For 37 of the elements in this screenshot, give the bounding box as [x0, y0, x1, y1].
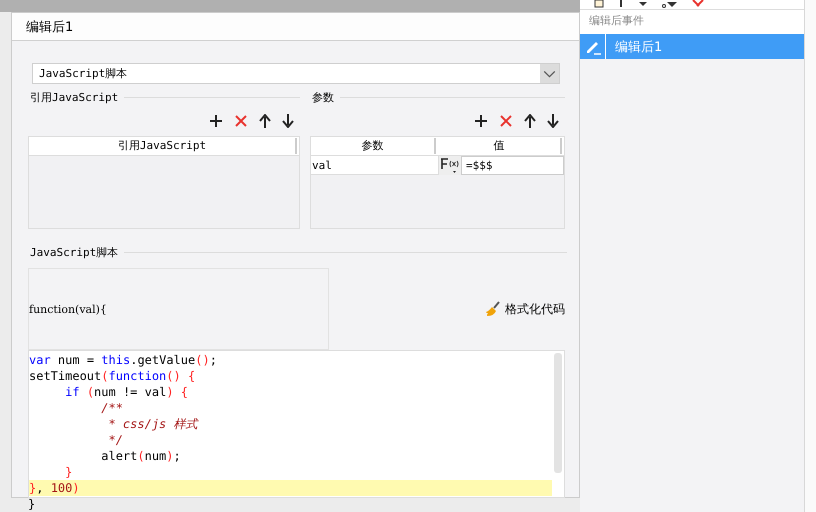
arrow-up-icon[interactable]: [524, 114, 536, 128]
code-line: * css/js 样式: [107, 416, 200, 432]
document-icon[interactable]: [594, 0, 604, 8]
section-title: 引用JavaScript: [29, 90, 118, 105]
code-line: */: [107, 432, 124, 448]
arrow-down-icon[interactable]: [282, 114, 294, 128]
code-line: setTimeout(function() {: [29, 368, 196, 384]
column-header: 引用JavaScript: [29, 138, 297, 154]
code-editor[interactable]: var num = this.getValue(); setTimeout(function() { if (num != val) { /** * css/js 样式 */ alert(num); } }, 100): [28, 350, 565, 498]
dialog-title: 编辑后1: [26, 18, 74, 36]
arrow-up-icon[interactable]: [259, 114, 271, 128]
script-type-dropdown[interactable]: JavaScript脚本: [32, 63, 560, 84]
code-line: if (num != val) {: [64, 384, 190, 400]
format-code-button[interactable]: 格式化代码: [485, 300, 567, 318]
delete-icon[interactable]: [499, 114, 513, 128]
section-title: 参数: [311, 90, 334, 105]
column-header: 参数: [311, 138, 436, 154]
scrollbar[interactable]: [554, 353, 562, 473]
section-title: JavaScript脚本: [29, 245, 118, 260]
add-icon[interactable]: [474, 114, 488, 128]
add-icon[interactable]: [209, 114, 223, 128]
arrow-down-icon[interactable]: [547, 114, 559, 128]
value-field[interactable]: =$$$: [461, 156, 564, 175]
formula-icon: [440, 156, 460, 174]
code-line: }: [64, 464, 74, 480]
chevron-down-icon: [540, 64, 559, 83]
function-closing-brace: }: [28, 498, 36, 511]
code-line: var num = this.getValue();: [29, 352, 218, 368]
broom-icon: [485, 301, 501, 317]
table-cell: val: [311, 156, 439, 175]
panel-heading: 编辑后事件: [580, 10, 804, 34]
function-signature: function(val){: [29, 302, 107, 316]
delete-icon[interactable]: [234, 114, 248, 128]
column-header: 值: [438, 138, 562, 154]
formula-button[interactable]: [439, 156, 461, 175]
code-line: alert(num);: [100, 448, 182, 464]
code-line: /**: [100, 400, 124, 416]
